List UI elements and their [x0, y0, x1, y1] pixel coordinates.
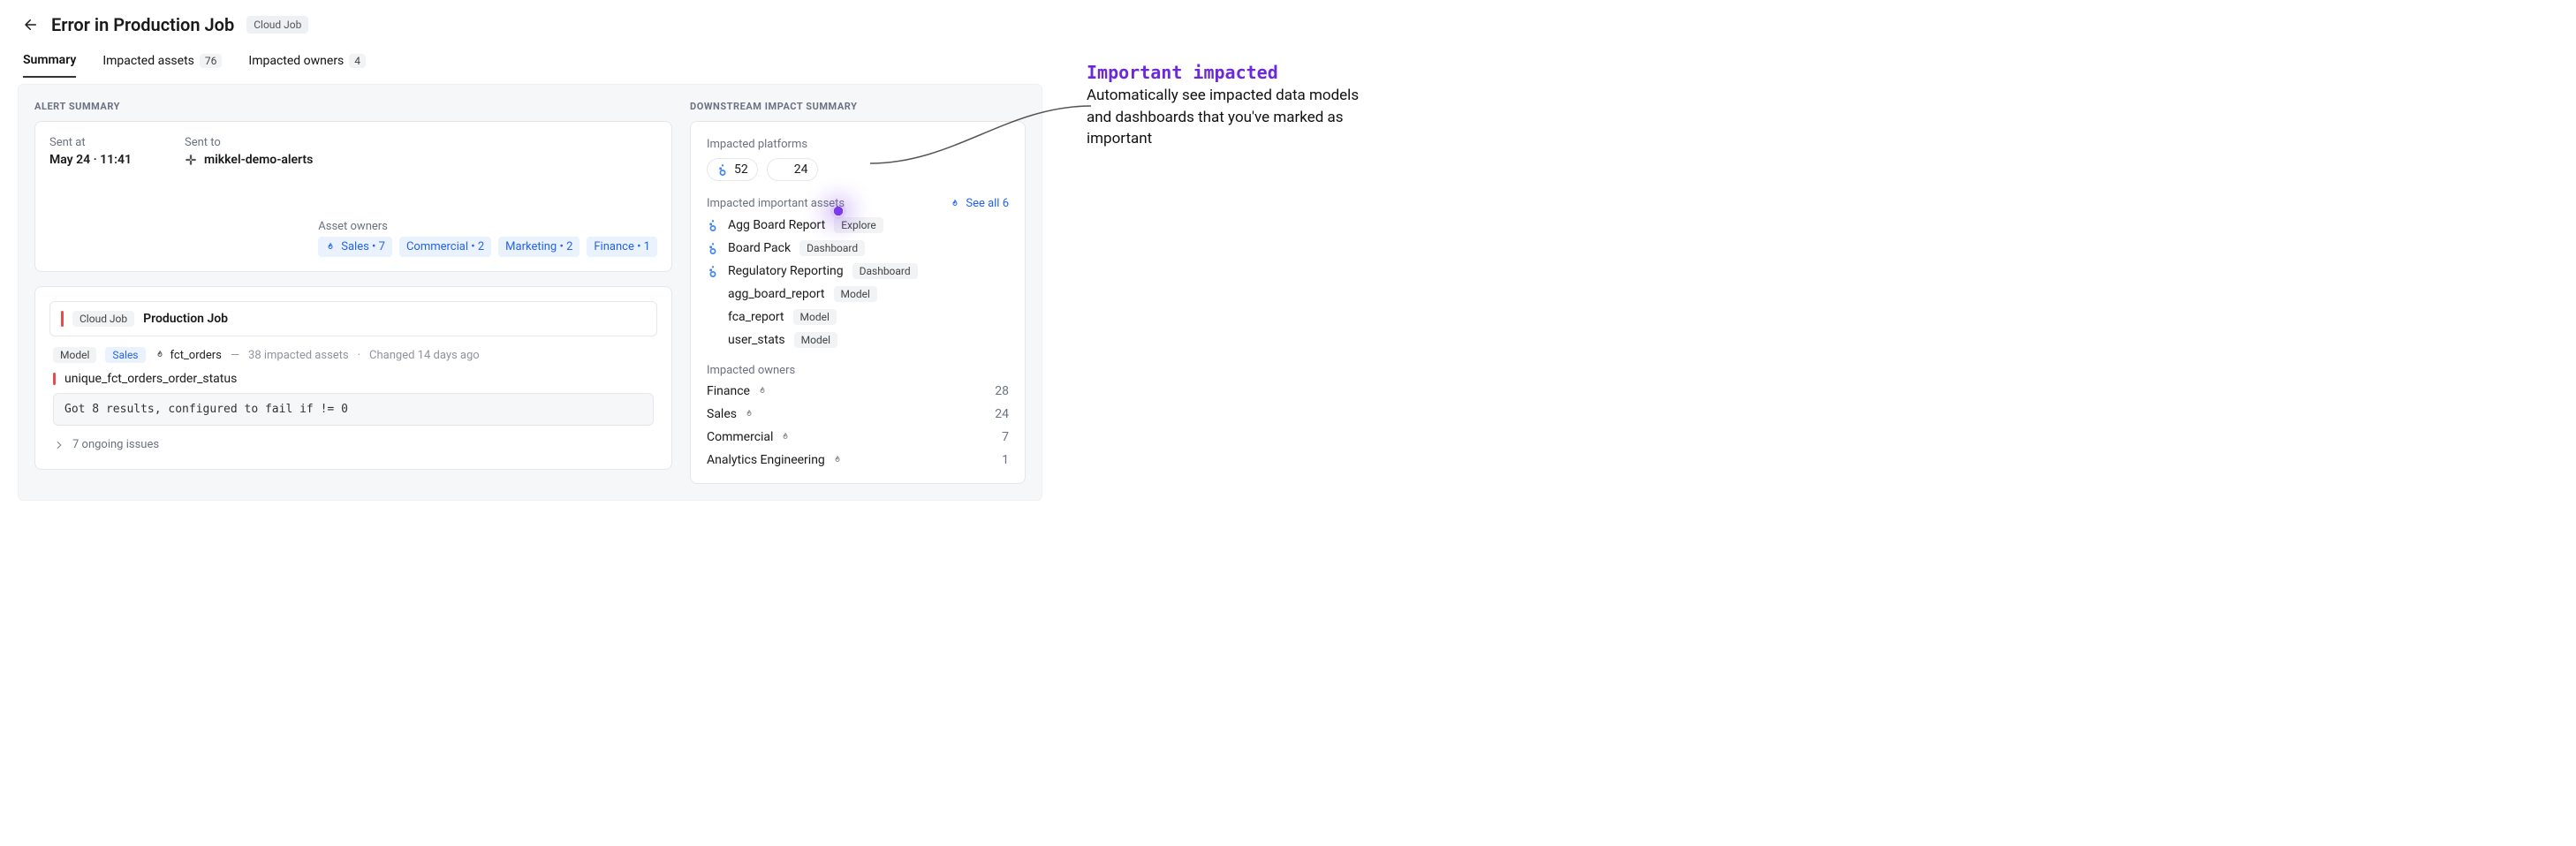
job-type-badge: Cloud Job [246, 16, 308, 34]
asset-name[interactable]: fct_orders [155, 349, 222, 362]
asset-item[interactable]: agg_board_report Model [707, 286, 1009, 302]
job-name: Production Job [143, 312, 228, 326]
owner-count: 24 [995, 407, 1009, 421]
asset-name: Agg Board Report [728, 218, 825, 232]
owner-item[interactable]: Finance 28 [707, 384, 1009, 398]
platforms-label: Impacted platforms [707, 138, 1009, 151]
impact-summary-heading: DOWNSTREAM IMPACT SUMMARY [690, 101, 1026, 112]
looker-icon [707, 265, 719, 277]
looker-icon [707, 219, 719, 231]
important-assets-label: Impacted important assets [707, 197, 845, 210]
owner-name: Finance [707, 384, 768, 398]
platform-chip[interactable]: 52 [707, 158, 758, 181]
looker-icon [707, 242, 719, 254]
asset-type-chip: Dashboard [852, 263, 918, 279]
asset-item[interactable]: user_stats Model [707, 332, 1009, 348]
asset-item[interactable]: Regulatory Reporting Dashboard [707, 263, 1009, 279]
owner-count: 7 [1002, 430, 1009, 444]
impacted-count: 38 impacted assets [248, 349, 349, 362]
annotation-callout: Important impacted Automatically see imp… [1087, 9, 1369, 150]
asset-name: user_stats [728, 333, 785, 347]
sent-to-label: Sent to [185, 136, 313, 149]
asset-type-chip: Model [793, 309, 837, 325]
asset-owners-label: Asset owners [318, 220, 657, 233]
callout-title: Important impacted [1087, 62, 1369, 83]
asset-item[interactable]: fca_report Model [707, 309, 1009, 325]
asset-name: fca_report [728, 310, 784, 324]
alert-summary-heading: ALERT SUMMARY [34, 101, 672, 112]
sent-to-value[interactable]: mikkel-demo-alerts [185, 153, 313, 167]
owner-count: 1 [1002, 453, 1009, 467]
dbt-icon [707, 311, 719, 323]
slack-icon [185, 154, 197, 166]
owner-name: Sales [707, 407, 754, 421]
error-indicator-icon [53, 373, 56, 385]
error-message: Got 8 results, configured to fail if != … [53, 393, 654, 426]
owner-name: Commercial [707, 430, 791, 444]
asset-type-chip: Model [794, 332, 837, 348]
asset-type-chip: Dashboard [799, 240, 865, 256]
test-name[interactable]: unique_fct_orders_order_status [64, 372, 237, 386]
job-type-chip: Cloud Job [72, 311, 134, 327]
dbt-icon [707, 288, 719, 300]
model-chip: Model [53, 347, 96, 363]
tab-impacted-owners[interactable]: Impacted owners 4 [248, 44, 366, 78]
sent-at-label: Sent at [49, 136, 132, 149]
owner-item[interactable]: Analytics Engineering 1 [707, 453, 1009, 467]
owner-item[interactable]: Commercial 7 [707, 430, 1009, 444]
tab-summary[interactable]: Summary [23, 44, 76, 78]
asset-item[interactable]: Agg Board Report Explore [707, 217, 1009, 233]
see-all-link[interactable]: See all 6 [950, 197, 1009, 210]
sent-at-value: May 24 · 11:41 [49, 153, 132, 167]
owner-pill[interactable]: Marketing • 2 [498, 237, 580, 257]
error-indicator-icon [61, 311, 64, 327]
asset-type-chip: Explore [834, 217, 883, 233]
error-card: Cloud Job Production Job Model Sales fct… [34, 286, 672, 470]
changed-ago: Changed 14 days ago [369, 349, 480, 362]
callout-body: Automatically see impacted data models a… [1087, 85, 1369, 150]
tab-impacted-assets[interactable]: Impacted assets 76 [102, 44, 222, 78]
impacted-owners-label: Impacted owners [707, 364, 1009, 377]
owner-name: Analytics Engineering [707, 453, 843, 467]
team-chip[interactable]: Sales [105, 347, 145, 363]
asset-item[interactable]: Board Pack Dashboard [707, 240, 1009, 256]
owner-count: 28 [995, 384, 1009, 398]
asset-owners-tags: Sales • 7 Commercial • 2 Marketing • 2 Fina… [318, 237, 657, 257]
asset-name: Regulatory Reporting [728, 264, 844, 278]
owner-pill[interactable]: Finance • 1 [587, 237, 657, 257]
asset-type-chip: Model [834, 286, 877, 302]
owner-pill[interactable]: Sales • 7 [318, 237, 392, 257]
alert-summary-card: Sent at May 24 · 11:41 Sent to mikkel-de… [34, 121, 672, 272]
owner-pill[interactable]: Commercial • 2 [399, 237, 491, 257]
asset-name: agg_board_report [728, 287, 825, 301]
ongoing-issues[interactable]: 7 ongoing issues [49, 438, 657, 455]
impact-summary-card: Impacted platforms 52 24 Impacted importa… [690, 121, 1026, 484]
dbt-icon [707, 334, 719, 346]
back-button[interactable] [23, 17, 39, 33]
platform-chip[interactable]: 24 [767, 158, 818, 181]
owner-item[interactable]: Sales 24 [707, 407, 1009, 421]
asset-name: Board Pack [728, 241, 791, 255]
page-title: Error in Production Job [51, 14, 234, 35]
job-row[interactable]: Cloud Job Production Job [49, 301, 657, 336]
